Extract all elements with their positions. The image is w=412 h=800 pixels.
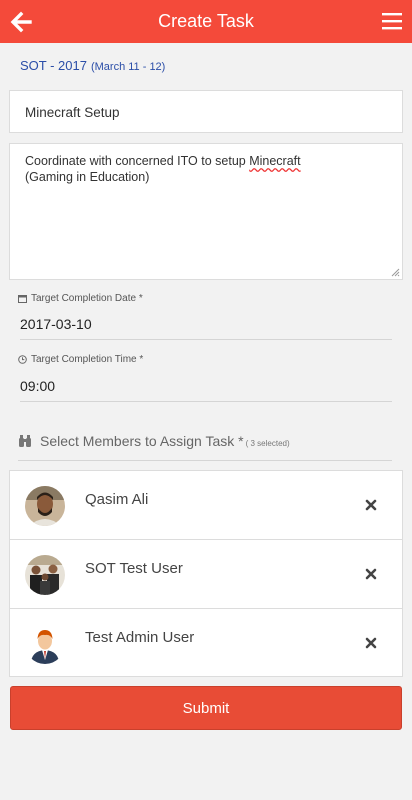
member-name: SOT Test User (85, 560, 183, 577)
task-title-value: Minecraft Setup (25, 105, 120, 120)
hamburger-menu-icon[interactable] (382, 12, 402, 30)
members-label-text: Select Members to Assign Task *( 3 selec… (40, 433, 290, 449)
remove-member-icon[interactable] (364, 636, 378, 650)
event-dates: (March 11 - 12) (90, 61, 166, 73)
member-item[interactable]: Test Admin User (10, 609, 402, 678)
description-text: Coordinate with concerned ITO to setup M… (25, 154, 301, 184)
task-title-input[interactable]: Minecraft Setup (9, 90, 403, 133)
page-title: Create Task (158, 11, 254, 31)
avatar (25, 555, 65, 595)
resize-handle-icon[interactable] (390, 267, 400, 277)
task-description-textarea[interactable]: Coordinate with concerned ITO to setup M… (9, 143, 403, 280)
description-part: Coordinate with concerned ITO to setup (25, 154, 250, 168)
date-label: Target Completion Date * (18, 293, 143, 304)
member-item[interactable]: SOT Test User (10, 540, 402, 609)
binoculars-icon (19, 435, 31, 447)
divider (18, 460, 392, 461)
time-input[interactable]: 09:00 (20, 378, 392, 402)
event-name: SOT - 2017 (20, 58, 87, 73)
date-label-text: Target Completion Date * (31, 293, 143, 304)
remove-member-icon[interactable] (364, 498, 378, 512)
time-label-text: Target Completion Time * (31, 354, 144, 365)
misspelled-word: Minecraft (249, 154, 301, 168)
group-photo-icon (25, 555, 65, 595)
submit-button[interactable]: Submit (10, 686, 402, 730)
members-label-main: Select Members to Assign Task * (40, 433, 244, 449)
clock-icon (18, 355, 27, 364)
members-selected-count: ( 3 selected) (245, 439, 290, 448)
description-part: (Gaming in Education) (25, 170, 150, 184)
calendar-icon (18, 295, 27, 303)
avatar (25, 486, 65, 526)
members-list: Qasim Ali SOT Test User Test Admin User (9, 470, 403, 677)
app-bar: Create Task (0, 0, 412, 43)
remove-member-icon[interactable] (364, 567, 378, 581)
member-name: Qasim Ali (85, 491, 149, 508)
person-photo-icon (25, 486, 65, 526)
admin-avatar-icon (25, 624, 65, 664)
member-name: Test Admin User (85, 629, 195, 646)
time-label: Target Completion Time * (18, 354, 143, 365)
event-heading: SOT - 2017 (March 11 - 12) (20, 58, 165, 73)
member-item[interactable]: Qasim Ali (10, 471, 402, 540)
date-input[interactable]: 2017-03-10 (20, 316, 392, 340)
avatar (25, 624, 65, 664)
members-label: Select Members to Assign Task *( 3 selec… (18, 433, 290, 449)
